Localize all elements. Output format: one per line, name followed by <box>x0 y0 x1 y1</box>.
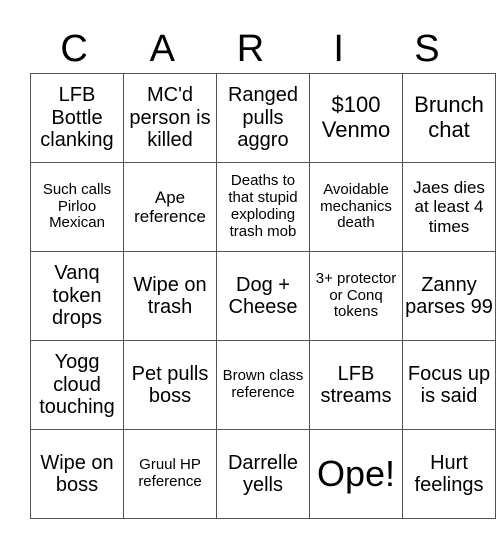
bingo-cell[interactable]: Wipe on trash <box>123 251 217 341</box>
bingo-cell[interactable]: Gruul HP reference <box>123 429 217 519</box>
bingo-cell[interactable]: Vanq token drops <box>30 251 124 341</box>
bingo-cell[interactable]: LFB Bottle clanking <box>30 73 124 163</box>
header-letter: R <box>236 28 265 70</box>
bingo-cell[interactable]: MC'd person is killed <box>123 73 217 163</box>
header-letter: A <box>149 28 175 70</box>
bingo-cell[interactable]: Brunch chat <box>402 73 496 163</box>
bingo-board: LFB Bottle clanking MC'd person is killed… <box>30 73 496 519</box>
bingo-cell[interactable]: Ranged pulls aggro <box>216 73 310 163</box>
header-letter: I <box>333 28 344 70</box>
header-letter: C <box>60 28 88 70</box>
bingo-cell[interactable]: Jaes dies at least 4 times <box>402 162 496 252</box>
board-row: Yogg cloud touching Pet pulls boss Brown c… <box>30 340 496 430</box>
header-letter: S <box>414 28 440 70</box>
bingo-cell[interactable]: Ope! <box>309 429 403 519</box>
bingo-cell[interactable]: Deaths to that stupid exploding trash mo… <box>216 162 310 252</box>
bingo-cell[interactable]: 3+ protector or Conq tokens <box>309 251 403 341</box>
bingo-header: C A R I S <box>30 24 471 74</box>
board-row: LFB Bottle clanking MC'd person is killed… <box>30 73 496 163</box>
bingo-cell[interactable]: Focus up is said <box>402 340 496 430</box>
bingo-cell[interactable]: Yogg cloud touching <box>30 340 124 430</box>
bingo-cell[interactable]: Hurt feelings <box>402 429 496 519</box>
board-row: Vanq token drops Wipe on trash Dog + Chees… <box>30 251 496 341</box>
bingo-cell[interactable]: $100 Venmo <box>309 73 403 163</box>
board-row: Wipe on boss Gruul HP reference Darrelle y… <box>30 429 496 519</box>
bingo-cell[interactable]: Pet pulls boss <box>123 340 217 430</box>
bingo-cell[interactable]: Ape reference <box>123 162 217 252</box>
bingo-cell[interactable]: Dog + Cheese <box>216 251 310 341</box>
bingo-cell[interactable]: Avoidable mechanics death <box>309 162 403 252</box>
bingo-cell[interactable]: LFB streams <box>309 340 403 430</box>
bingo-cell[interactable]: Wipe on boss <box>30 429 124 519</box>
board-row: Such calls Pirloo Mexican Ape reference De… <box>30 162 496 252</box>
bingo-cell[interactable]: Darrelle yells <box>216 429 310 519</box>
bingo-cell[interactable]: Zanny parses 99 <box>402 251 496 341</box>
bingo-cell[interactable]: Such calls Pirloo Mexican <box>30 162 124 252</box>
bingo-cell[interactable]: Brown class reference <box>216 340 310 430</box>
